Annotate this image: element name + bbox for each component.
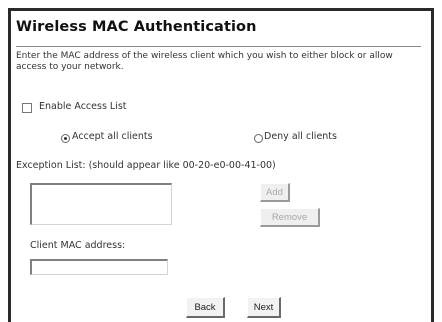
enable-access-list-label: Enable Access List [39,101,127,112]
next-button[interactable]: Next [247,297,281,318]
back-button[interactable]: Back [186,297,225,318]
exception-list-label: Exception List: (should appear like 00-2… [16,160,276,171]
remove-button[interactable]: Remove [260,208,320,227]
accept-all-clients-label: Accept all clients [72,131,153,142]
deny-all-clients-label: Deny all clients [264,131,337,142]
client-mac-input[interactable] [30,259,168,275]
add-button[interactable]: Add [260,183,290,202]
exception-list-box[interactable] [30,183,172,225]
accept-all-clients-radio[interactable] [61,134,70,143]
title-divider [16,46,421,47]
page-title: Wireless MAC Authentication [16,19,257,35]
page-description: Enter the MAC address of the wireless cl… [16,51,393,72]
enable-access-list-checkbox[interactable] [22,103,32,113]
deny-all-clients-radio[interactable] [254,134,263,143]
client-mac-label: Client MAC address: [30,240,126,251]
